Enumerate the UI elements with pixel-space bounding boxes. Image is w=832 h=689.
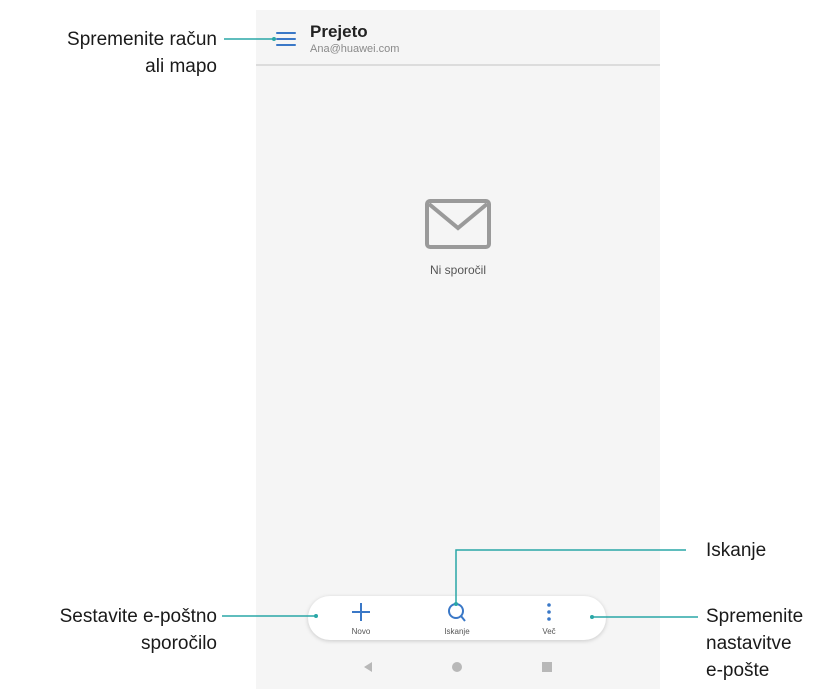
callout-compose: Sestavite e-poštno sporočilo xyxy=(59,606,217,654)
email-app-screen: Prejeto Ana@huawei.com Ni sporočil Novo … xyxy=(256,10,660,689)
menu-icon[interactable] xyxy=(276,30,298,48)
folder-title[interactable]: Prejeto xyxy=(310,22,368,42)
callout-switch-account: Spremenite račun ali mapo xyxy=(67,29,217,77)
callout-settings: Spremenite nastavitve e-pošte xyxy=(706,606,804,681)
app-header: Prejeto Ana@huawei.com xyxy=(256,10,660,66)
account-email: Ana@huawei.com xyxy=(310,43,400,55)
envelope-icon xyxy=(425,199,491,249)
back-icon[interactable] xyxy=(362,661,374,673)
recents-icon[interactable] xyxy=(541,661,553,673)
plus-icon xyxy=(352,603,370,621)
more-button-label: Več xyxy=(542,627,556,636)
new-button-label: Novo xyxy=(351,627,371,636)
search-button-label: Iskanje xyxy=(444,627,470,636)
home-icon[interactable] xyxy=(451,661,463,673)
search-icon xyxy=(448,603,466,622)
more-button[interactable]: Več xyxy=(519,596,579,640)
callout-search: Iskanje xyxy=(706,540,767,561)
new-button[interactable]: Novo xyxy=(331,596,391,640)
search-button[interactable]: Iskanje xyxy=(427,596,487,640)
empty-state-text: Ni sporočil xyxy=(429,263,486,277)
bottom-action-bar: Novo Iskanje Več xyxy=(308,596,606,640)
more-vertical-icon xyxy=(547,603,551,621)
system-nav-bar xyxy=(256,647,660,689)
